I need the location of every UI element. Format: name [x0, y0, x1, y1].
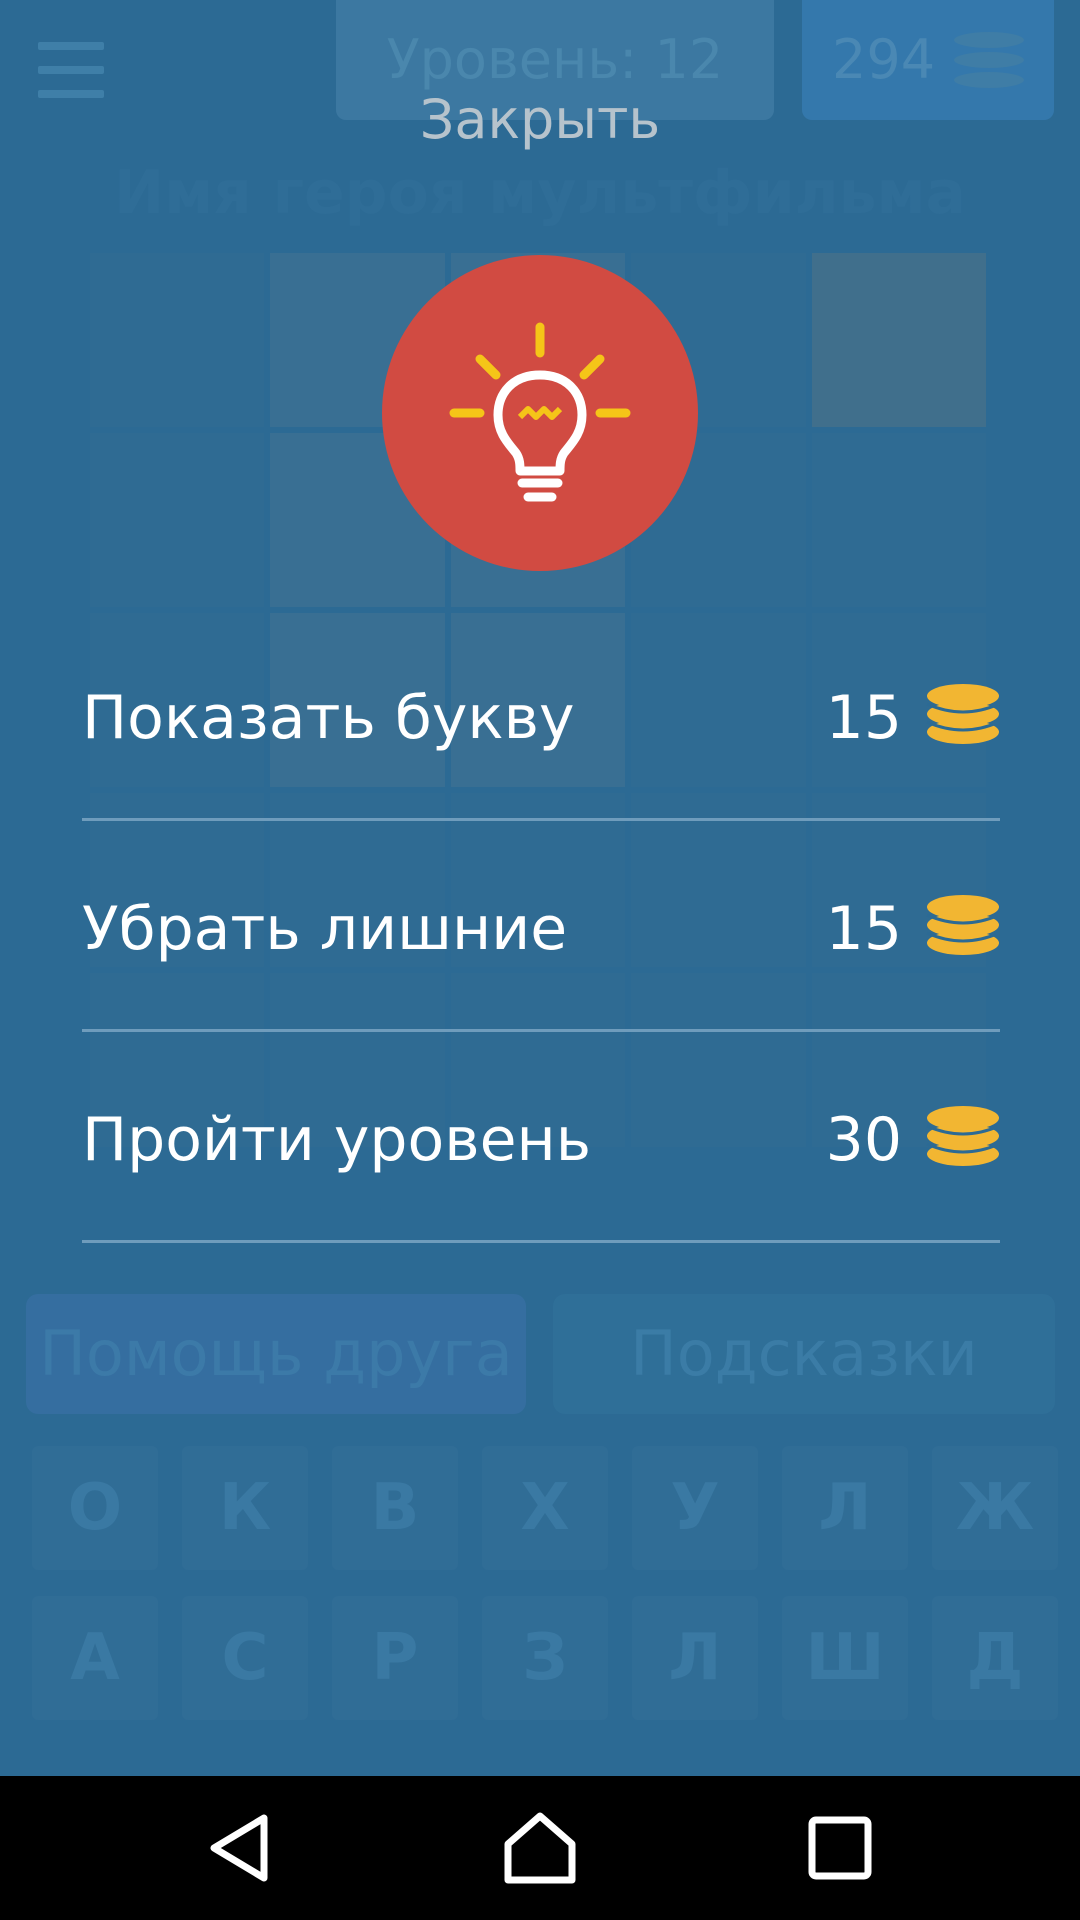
hint-options-list: Показать букву 15 Убрать лишние 15 Пройт… — [82, 610, 1000, 1243]
hint-option-price: 15 — [825, 683, 902, 753]
hint-option-label: Пройти уровень — [82, 1105, 592, 1175]
friend-help-button: Помощь друга — [26, 1294, 526, 1414]
home-icon[interactable] — [502, 1810, 578, 1886]
hint-option-price: 30 — [825, 1105, 902, 1175]
hint-option-remove-extra[interactable]: Убрать лишние 15 — [82, 821, 1000, 1032]
letter-key: Р — [332, 1596, 458, 1720]
hint-option-skip-level[interactable]: Пройти уровень 30 — [82, 1032, 1000, 1243]
letter-key: Х — [482, 1446, 608, 1570]
letter-key: Л — [632, 1596, 758, 1720]
letter-key: В — [332, 1446, 458, 1570]
letter-key: К — [182, 1446, 308, 1570]
category-title: Имя героя мультфильма — [113, 158, 967, 228]
coins-icon — [926, 684, 1000, 744]
hint-option-show-letter[interactable]: Показать букву 15 — [82, 610, 1000, 821]
letter-keyboard: О К В Х У Л Ж А С Р З Л Ш Д — [32, 1446, 1058, 1720]
coins-icon — [926, 895, 1000, 955]
hints-button: Подсказки — [553, 1294, 1055, 1414]
hint-option-price: 15 — [825, 894, 902, 964]
letter-key: З — [482, 1596, 608, 1720]
recents-icon[interactable] — [802, 1810, 878, 1886]
letter-key: Ш — [782, 1596, 908, 1720]
coins-icon — [954, 32, 1024, 88]
letter-key: А — [32, 1596, 158, 1720]
lightbulb-icon — [449, 322, 631, 502]
letter-key: Д — [932, 1596, 1058, 1720]
back-icon[interactable] — [204, 1810, 280, 1886]
letter-key: Ж — [932, 1446, 1058, 1570]
coins-icon — [926, 1106, 1000, 1166]
coins-balance-value: 294 — [832, 28, 936, 91]
letter-key: Л — [782, 1446, 908, 1570]
system-navigation-bar — [0, 1776, 1080, 1920]
letter-key: С — [182, 1596, 308, 1720]
letter-key: О — [32, 1446, 158, 1570]
hint-option-label: Показать букву — [82, 683, 575, 753]
hint-option-label: Убрать лишние — [82, 894, 568, 964]
letter-key: У — [632, 1446, 758, 1570]
close-button[interactable]: Закрыть — [0, 88, 1080, 151]
hint-badge — [382, 255, 698, 571]
